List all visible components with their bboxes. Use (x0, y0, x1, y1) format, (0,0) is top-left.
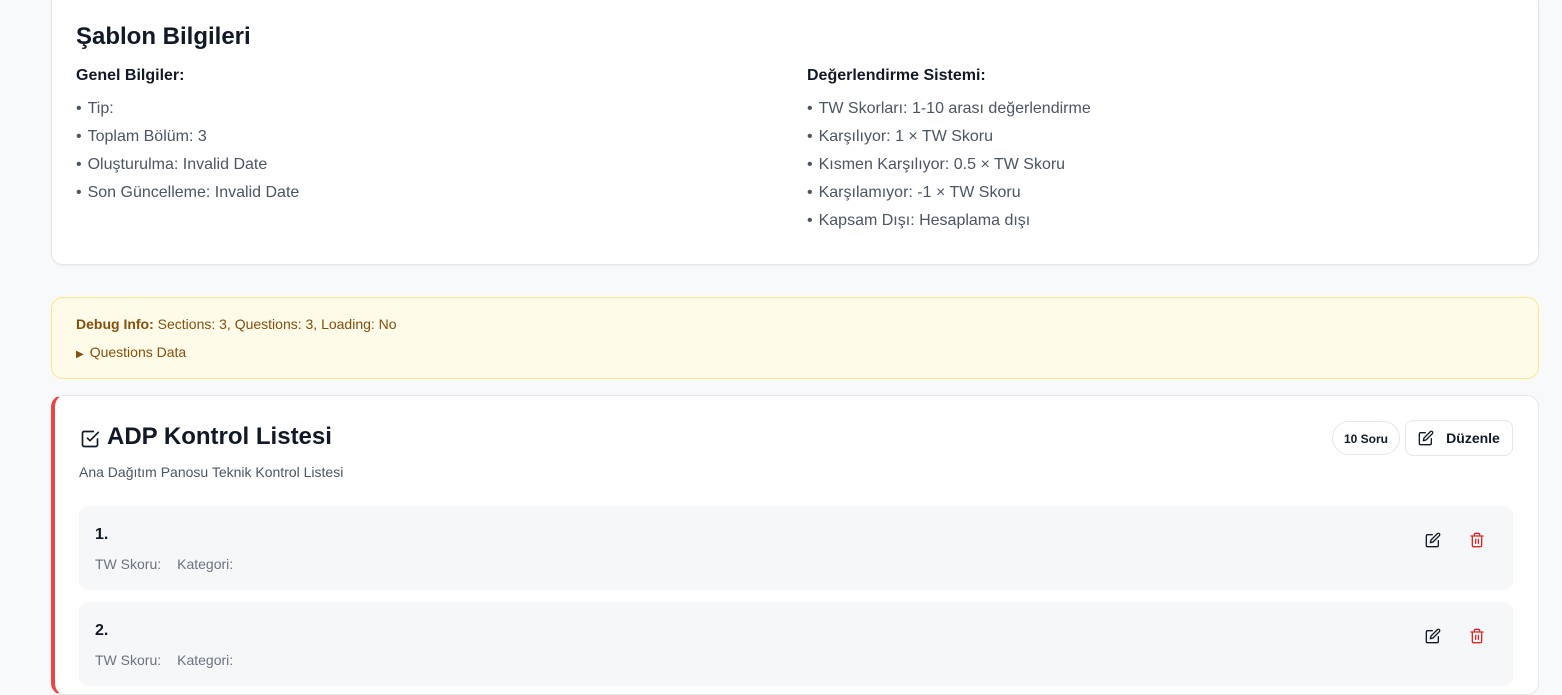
general-info-column: Genel Bilgiler: • Tip: • Toplam Bölüm: 3 •… (76, 67, 299, 211)
question-item: 2. TW Skoru: Kategori: (79, 602, 1513, 686)
disclosure-triangle-icon: ▶ (76, 349, 84, 360)
edit-icon (1425, 628, 1441, 644)
debug-info-label: Debug Info: (76, 316, 154, 332)
general-info-item: • Oluşturulma: Invalid Date (76, 156, 268, 173)
debug-info-line: Debug Info: Sections: 3, Questions: 3, L… (76, 316, 397, 332)
question-meta: TW Skoru: Kategori: (95, 556, 233, 572)
question-meta: TW Skoru: Kategori: (95, 652, 233, 668)
checkbox-square-icon (81, 430, 100, 448)
questions-data-toggle[interactable]: ▶ Questions Data (76, 344, 186, 360)
question-number: 1. (95, 526, 109, 543)
scoring-item: • Kapsam Dışı: Hesaplama dışı (807, 212, 1031, 229)
section-title: ADP Kontrol Listesi (107, 423, 332, 450)
general-info-item: • Son Güncelleme: Invalid Date (76, 184, 300, 201)
edit-icon (1418, 430, 1434, 446)
scoring-system-column: Değerlendirme Sistemi: • TW Skorları: 1-1… (807, 67, 1091, 239)
scoring-item: • Karşılamıyor: -1 × TW Skoru (807, 184, 1021, 201)
debug-info-panel: Debug Info: Sections: 3, Questions: 3, L… (51, 297, 1539, 379)
general-info-item: • Toplam Bölüm: 3 (76, 128, 207, 145)
template-info-title: Şablon Bilgileri (76, 23, 251, 50)
general-info-list: • Tip: • Toplam Bölüm: 3 • Oluşturulma: Inv… (76, 99, 299, 211)
edit-section-label: Düzenle (1446, 430, 1500, 446)
debug-info-text: Sections: 3, Questions: 3, Loading: No (157, 316, 397, 332)
tw-score-label: TW Skoru: (95, 556, 162, 572)
trash-icon (1470, 532, 1484, 548)
section-description: Ana Dağıtım Panosu Teknik Kontrol Listes… (79, 464, 344, 480)
delete-question-button[interactable] (1465, 528, 1489, 552)
trash-icon (1470, 628, 1484, 644)
tw-score-label: TW Skoru: (95, 652, 162, 668)
template-info-card: Şablon Bilgileri Genel Bilgiler: • Tip: •… (51, 0, 1539, 265)
scoring-item: • Karşılıyor: 1 × TW Skoru (807, 128, 994, 145)
question-count-badge: 10 Soru (1332, 421, 1401, 455)
category-label: Kategori: (177, 556, 234, 572)
delete-question-button[interactable] (1465, 624, 1489, 648)
question-item: 1. TW Skoru: Kategori: (79, 506, 1513, 590)
scoring-item: • Kısmen Karşılıyor: 0.5 × TW Skoru (807, 156, 1066, 173)
edit-icon (1425, 532, 1441, 548)
edit-question-button[interactable] (1421, 624, 1445, 648)
question-number: 2. (95, 622, 109, 639)
general-info-heading: Genel Bilgiler: (76, 67, 185, 84)
edit-section-button[interactable]: Düzenle (1405, 420, 1513, 456)
scoring-system-list: • TW Skorları: 1-10 arası değerlendirme •… (807, 99, 1091, 239)
edit-question-button[interactable] (1421, 528, 1445, 552)
section-card: ADP Kontrol Listesi Ana Dağıtım Panosu T… (51, 395, 1539, 695)
scoring-system-heading: Değerlendirme Sistemi: (807, 67, 986, 84)
general-info-item: • Tip: (76, 100, 114, 117)
scoring-item: • TW Skorları: 1-10 arası değerlendirme (807, 100, 1091, 117)
questions-data-label: Questions Data (89, 344, 187, 360)
category-label: Kategori: (177, 652, 234, 668)
